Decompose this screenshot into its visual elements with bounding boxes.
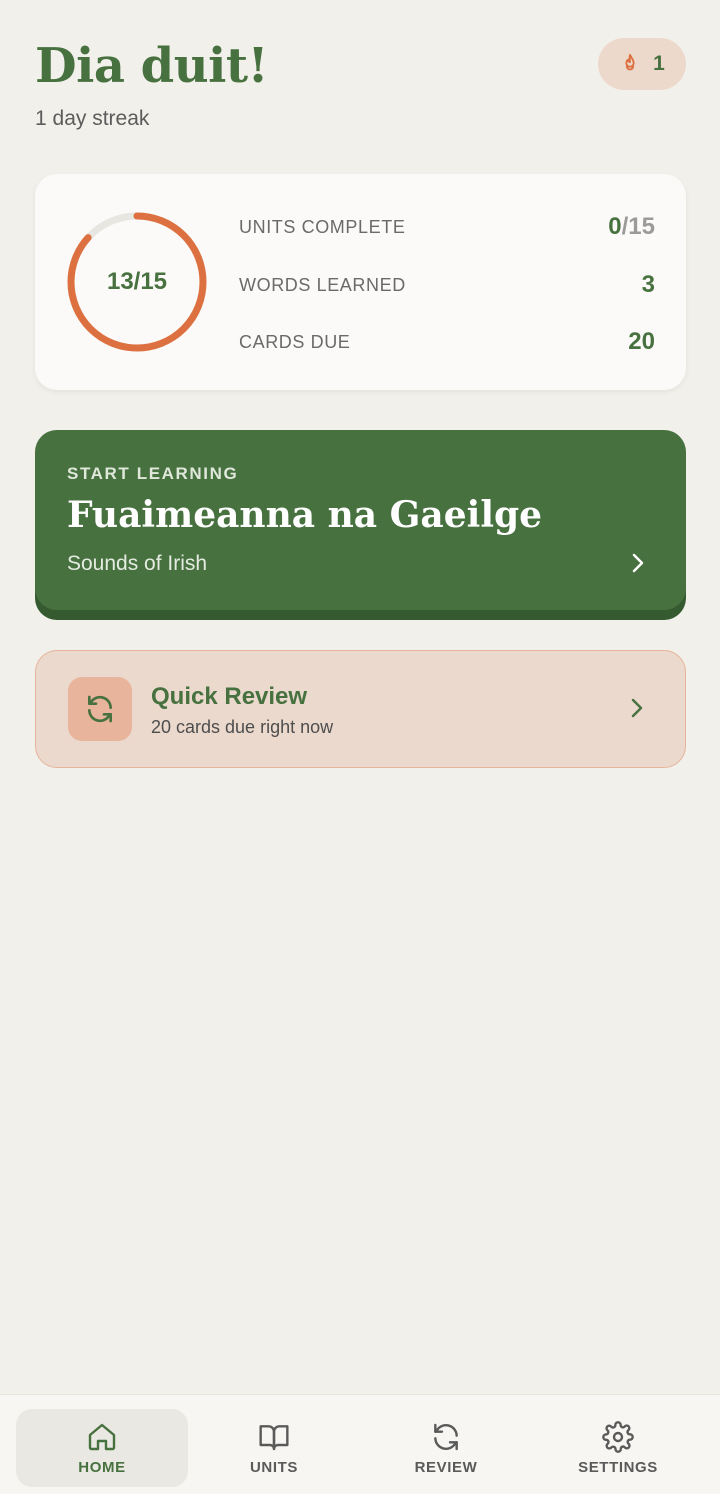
review-subtitle: 20 cards due right now — [151, 717, 334, 737]
progress-card: 13/15 UNITS COMPLETE 0/15 WORDS LEARNED … — [35, 174, 686, 390]
stat-value: 0/15 — [608, 213, 655, 240]
refresh-icon — [434, 1423, 458, 1450]
review-icon-tile — [68, 677, 132, 741]
nav-item-units[interactable]: UNITS — [188, 1409, 360, 1487]
nav-item-home[interactable]: HOME — [16, 1409, 188, 1487]
gear-icon — [602, 1420, 634, 1453]
stat-label: CARDS DUE — [239, 331, 351, 352]
stat-value: 3 — [641, 271, 655, 298]
streak-subtitle: 1 day streak — [35, 107, 150, 130]
quick-review-card[interactable]: Quick Review 20 cards due right now — [35, 650, 686, 768]
stat-label: UNITS COMPLETE — [239, 216, 406, 237]
review-title: Quick Review — [151, 683, 308, 710]
stat-row-units: UNITS COMPLETE 0/15 — [239, 212, 655, 242]
home-icon — [88, 1423, 116, 1450]
home-screen: Dia duit! 1 day streak 1 13/15 UNITS COM… — [0, 0, 720, 1494]
flame-icon — [625, 53, 635, 71]
progress-ring-label: 13/15 — [106, 268, 168, 295]
nav-label: SETTINGS — [578, 1458, 658, 1476]
nav-item-review[interactable]: REVIEW — [360, 1409, 532, 1487]
nav-label: HOME — [78, 1458, 126, 1476]
nav-item-settings[interactable]: SETTINGS — [532, 1409, 704, 1487]
stat-row-words: WORDS LEARNED 3 — [239, 270, 655, 300]
learn-title: Fuaimeanna na Gaeilge — [67, 494, 543, 536]
streak-badge[interactable]: 1 — [598, 38, 686, 90]
chevron-right-icon — [631, 698, 643, 718]
stat-label: WORDS LEARNED — [239, 274, 406, 295]
stat-row-cards: CARDS DUE 20 — [239, 327, 655, 357]
learn-subtitle: Sounds of Irish — [67, 552, 208, 575]
book-icon — [259, 1424, 289, 1450]
learn-eyebrow: START LEARNING — [67, 464, 239, 483]
streak-count: 1 — [653, 52, 665, 75]
nav-label: UNITS — [250, 1458, 298, 1476]
refresh-icon — [88, 695, 112, 723]
page-title: Dia duit! — [35, 38, 269, 94]
nav-label: REVIEW — [414, 1458, 478, 1476]
stat-value: 20 — [628, 328, 655, 355]
chevron-right-icon — [632, 553, 644, 573]
bottom-nav: HOME UNITS REVIEW SETTINGS — [0, 1394, 720, 1494]
start-learning-card[interactable]: START LEARNING Fuaimeanna na Gaeilge Sou… — [35, 430, 686, 610]
